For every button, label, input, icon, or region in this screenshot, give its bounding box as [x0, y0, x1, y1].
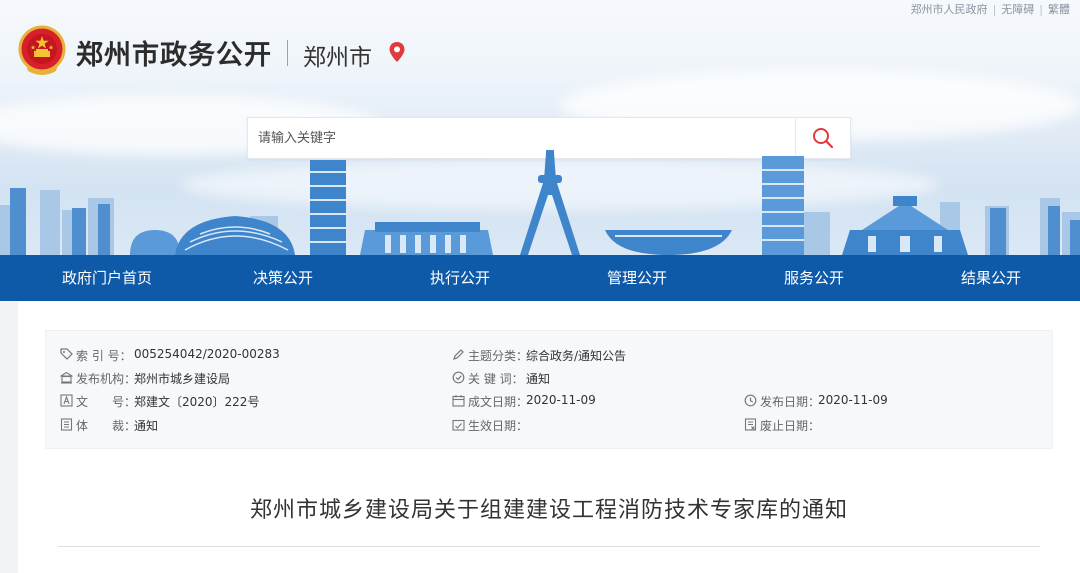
building-icon — [60, 371, 73, 384]
document-meta-box: 索 引 号： 005254042/2020-00283 主题分类： 综合政务/通… — [45, 330, 1053, 449]
top-links: 郑州市人民政府 | 无障碍 | 繁體 — [911, 1, 1070, 17]
nav-item-result[interactable]: 结果公开 — [944, 255, 1038, 301]
separator: | — [1039, 3, 1043, 16]
effective-date-icon — [452, 419, 465, 431]
tag-icon — [60, 348, 73, 360]
city-skyline-illustration — [0, 150, 1080, 255]
separator: | — [992, 3, 997, 16]
main-nav: 政府门户首页 决策公开 执行公开 管理公开 服务公开 结果公开 — [0, 255, 1080, 301]
nav-item-service[interactable]: 服务公开 — [767, 255, 861, 301]
header-banner: 郑州市人民政府 | 无障碍 | 繁體 郑州市政务公开 郑州市 — [0, 0, 1080, 255]
link-accessibility[interactable]: 无障碍 — [1001, 3, 1034, 16]
nav-item-portal-home[interactable]: 政府门户首页 — [48, 255, 166, 301]
expiry-date-icon — [744, 418, 757, 431]
check-circle-icon — [452, 371, 465, 384]
national-emblem-icon — [18, 25, 66, 75]
link-city-government[interactable]: 郑州市人民政府 — [911, 3, 988, 16]
left-margin-strip — [0, 301, 18, 573]
nav-item-management[interactable]: 管理公开 — [590, 255, 684, 301]
site-title[interactable]: 郑州市政务公开 — [76, 33, 272, 72]
title-divider — [58, 546, 1040, 547]
link-traditional-chinese[interactable]: 繁體 — [1048, 3, 1070, 16]
city-name[interactable]: 郑州市 — [303, 38, 372, 72]
location-pin-icon[interactable] — [388, 41, 406, 63]
article-title: 郑州市城乡建设局关于组建建设工程消防技术专家库的通知 — [249, 498, 848, 523]
search-icon — [813, 128, 834, 149]
document-a-icon — [60, 394, 73, 407]
nav-item-decision[interactable]: 决策公开 — [236, 255, 330, 301]
calendar-icon — [452, 395, 465, 407]
nav-item-execution[interactable]: 执行公开 — [413, 255, 507, 301]
divider — [287, 40, 288, 66]
list-document-icon — [60, 418, 73, 431]
clock-icon — [744, 394, 757, 407]
pen-icon — [453, 349, 464, 360]
